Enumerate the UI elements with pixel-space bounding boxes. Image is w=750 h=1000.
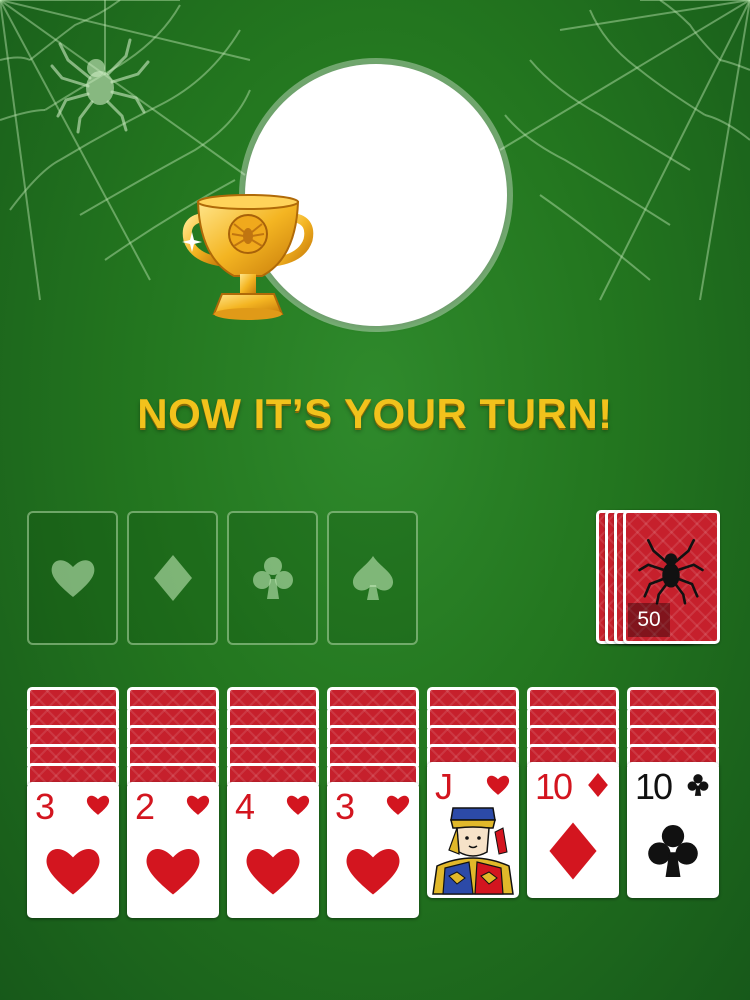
card-jack-hearts[interactable]: J (427, 762, 519, 898)
diamond-icon (588, 773, 608, 797)
heart-icon (286, 795, 310, 815)
card-rank: 10 (635, 766, 673, 807)
card-10-clubs[interactable]: 10 (627, 762, 719, 898)
foundation-slot-clubs[interactable] (227, 511, 318, 645)
heart-icon (86, 795, 110, 815)
card-10-diamonds[interactable]: 10 (527, 762, 619, 898)
heart-icon (246, 848, 300, 895)
card-4-hearts[interactable]: 4 (227, 782, 319, 918)
card-rank: 3 (35, 786, 55, 827)
diamond-icon (153, 555, 192, 601)
heart-icon (346, 848, 400, 895)
card-rank: 4 (235, 786, 255, 827)
card-3-hearts[interactable]: 3 (327, 782, 419, 918)
club-icon (687, 774, 709, 796)
heart-icon (486, 775, 510, 795)
stock-count-badge: 50 (628, 603, 670, 637)
card-3-hearts[interactable]: 3 (27, 782, 119, 918)
heart-icon (46, 848, 100, 895)
heart-icon (146, 848, 200, 895)
heart-icon (51, 560, 94, 597)
foundation-slot-diamonds[interactable] (127, 511, 218, 645)
card-rank: 2 (135, 786, 155, 827)
club-icon (252, 557, 293, 599)
heart-icon (386, 795, 410, 815)
diamond-icon (549, 822, 597, 880)
card-rank: 10 (535, 766, 573, 807)
spade-icon (352, 556, 393, 600)
card-rank: J (435, 766, 453, 807)
foundation-slot-spades[interactable] (327, 511, 418, 645)
club-icon (648, 824, 698, 878)
spider-icon (638, 538, 704, 605)
spider-icon (50, 38, 150, 134)
card-2-hearts[interactable]: 2 (127, 782, 219, 918)
trophy-icon (182, 194, 314, 320)
foundation-slot-hearts[interactable] (27, 511, 118, 645)
heart-icon (186, 795, 210, 815)
turn-headline: NOW IT’S YOUR TURN! (137, 390, 613, 437)
jack-portrait-icon (431, 806, 515, 895)
card-rank: 3 (335, 786, 355, 827)
